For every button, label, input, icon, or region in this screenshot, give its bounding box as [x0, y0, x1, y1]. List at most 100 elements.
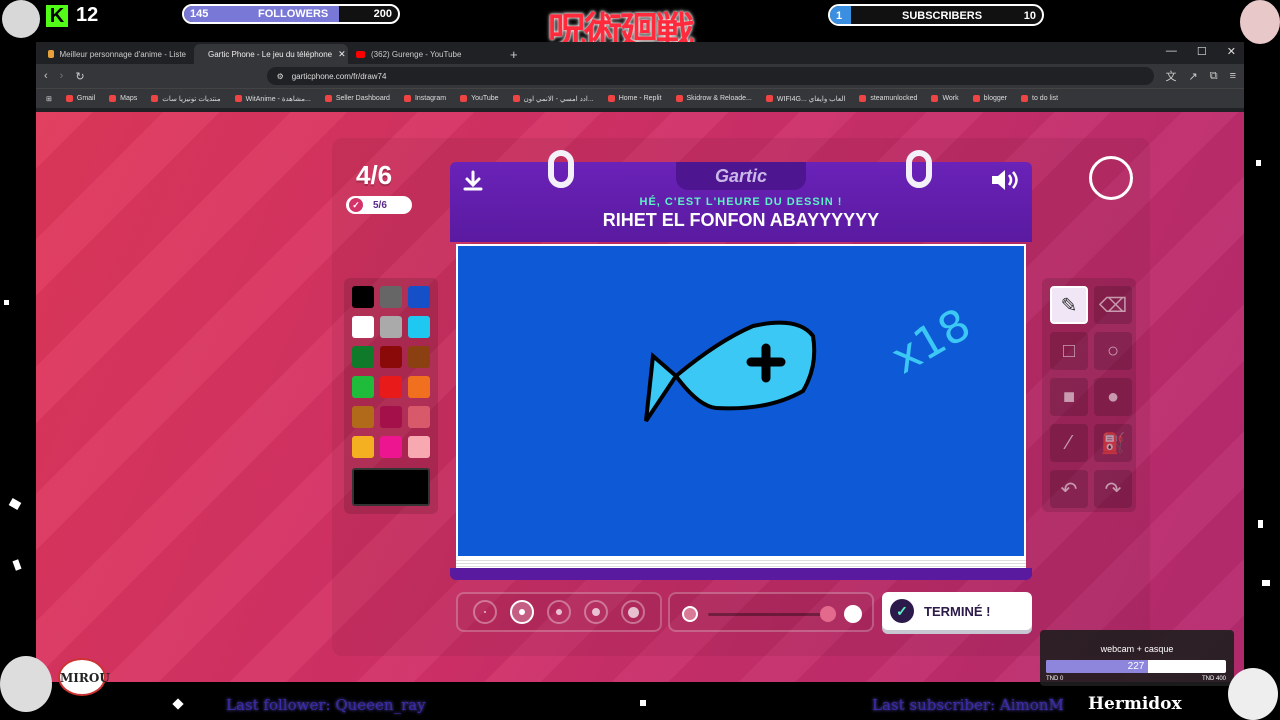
brush-size-4[interactable]: [584, 600, 609, 624]
tool-button[interactable]: ⌫: [1094, 286, 1132, 324]
last-subscriber: Last subscriber: AimonM: [872, 696, 1064, 714]
tab-gartic[interactable]: Gartic Phone - Le jeu du téléphone ✕: [194, 44, 348, 64]
donation-goal: webcam + casque 227 TND 0 TND 400: [1040, 630, 1234, 686]
color-swatch[interactable]: [408, 376, 430, 398]
bookmark-item[interactable]: WitAnime - مشاهدة...: [234, 95, 311, 103]
tool-button[interactable]: ↶: [1050, 470, 1088, 508]
color-swatch[interactable]: [380, 376, 402, 398]
color-swatch[interactable]: [408, 346, 430, 368]
bookmark-label: to do list: [1032, 95, 1059, 102]
done-button[interactable]: ✓ TERMINÉ !: [882, 592, 1032, 630]
close-tab-icon[interactable]: ✕: [338, 49, 346, 60]
bookmark-item[interactable]: Instagram: [403, 95, 446, 102]
bookmark-item[interactable]: Gmail: [65, 95, 95, 102]
bookmark-icon: [972, 95, 980, 102]
drawing-canvas[interactable]: x18: [456, 244, 1026, 558]
brush-size-3[interactable]: [546, 600, 571, 624]
color-swatch[interactable]: [380, 286, 402, 308]
translate-icon[interactable]: 文: [1166, 68, 1177, 84]
tab-title: (362) Gurenge - YouTube: [371, 49, 462, 59]
color-swatch[interactable]: [408, 436, 430, 458]
bookmark-item[interactable]: Home - Replit: [607, 95, 662, 102]
goal-min: TND 0: [1046, 676, 1064, 682]
subscribers-label: SUBSCRIBERS: [902, 10, 983, 22]
bookmark-icon: [859, 95, 867, 102]
apps-icon[interactable]: ⊞: [46, 95, 52, 103]
drawing-strokes: [644, 320, 817, 423]
binder-ring-right: [906, 150, 932, 188]
back-icon[interactable]: ‹: [44, 70, 48, 82]
binder-ring-left: [548, 150, 574, 188]
volume-icon[interactable]: [990, 168, 1020, 197]
close-window-icon[interactable]: ✕: [1227, 45, 1236, 58]
tab-youtube[interactable]: (362) Gurenge - YouTube: [348, 44, 502, 64]
bookmark-label: YouTube: [471, 95, 499, 102]
bookmark-item[interactable]: WIFI4G... العاب وايفاي: [765, 95, 845, 103]
tool-button[interactable]: ■: [1050, 378, 1088, 416]
reload-icon[interactable]: ↻: [75, 70, 84, 83]
color-swatch[interactable]: [352, 436, 374, 458]
extensions-icon[interactable]: ⧉: [1210, 70, 1218, 83]
site-info-icon[interactable]: ⚙: [277, 72, 284, 81]
avatar-bottom-left: [0, 656, 52, 712]
kick-logo-icon: K: [46, 4, 68, 27]
new-tab-button[interactable]: +: [502, 44, 532, 64]
color-swatch[interactable]: [352, 346, 374, 368]
color-swatch[interactable]: [380, 346, 402, 368]
tool-button[interactable]: ↷: [1094, 470, 1132, 508]
kick-count: 12: [76, 4, 99, 26]
followers-goal: 200: [373, 8, 392, 20]
color-swatch[interactable]: [408, 406, 430, 428]
maximize-icon[interactable]: ☐: [1197, 45, 1207, 58]
color-swatch[interactable]: [380, 436, 402, 458]
tool-button[interactable]: ✎: [1050, 286, 1088, 324]
bookmark-label: blogger: [983, 95, 1008, 102]
download-icon[interactable]: [462, 170, 484, 197]
tool-button[interactable]: ●: [1094, 378, 1132, 416]
tool-button[interactable]: □: [1050, 332, 1088, 370]
tool-button[interactable]: ○: [1094, 332, 1132, 370]
menu-icon[interactable]: ≡: [1230, 70, 1236, 82]
tab-anime-list[interactable]: Meilleur personnage d'anime - Liste: [40, 44, 194, 64]
address-bar[interactable]: ⚙ garticphone.com/fr/draw74: [266, 67, 1154, 85]
color-swatch[interactable]: [408, 316, 430, 338]
color-swatch[interactable]: [408, 286, 430, 308]
bookmark-item[interactable]: steamunlocked: [859, 95, 917, 102]
color-swatch[interactable]: [352, 376, 374, 398]
opacity-track[interactable]: [708, 613, 832, 616]
bookmark-icon: [151, 95, 159, 102]
color-swatch[interactable]: [352, 406, 374, 428]
bookmark-item[interactable]: YouTube: [460, 95, 499, 102]
brush-sizes: [456, 592, 662, 632]
bookmark-item[interactable]: Seller Dashboard: [324, 95, 390, 102]
color-swatch[interactable]: [352, 316, 374, 338]
current-color[interactable]: [352, 468, 430, 506]
bookmark-item[interactable]: منتديات تونيزيا سات: [151, 95, 221, 103]
bookmark-item[interactable]: blogger: [972, 95, 1008, 102]
circle-filled-icon: ●: [1106, 385, 1120, 408]
minimize-icon[interactable]: —: [1166, 45, 1177, 58]
color-swatch[interactable]: [352, 286, 374, 308]
tab-icon: [48, 50, 54, 58]
tool-button[interactable]: ⛽: [1094, 424, 1132, 462]
brush-size-1[interactable]: [472, 600, 497, 624]
bookmark-item[interactable]: Work: [931, 95, 959, 102]
brush-size-2[interactable]: [509, 600, 534, 624]
share-icon[interactable]: ↗: [1189, 70, 1198, 83]
bookmark-item[interactable]: ادد امسي - الانمي اون...: [512, 95, 594, 103]
bookmark-icon: [109, 95, 117, 102]
drawing-board: Gartic HÉ, C'EST L'HEURE DU DESSIN ! RIH…: [450, 150, 1032, 580]
brush-size-5[interactable]: [621, 600, 646, 624]
followers-label: FOLLOWERS: [258, 8, 329, 20]
color-palette: [344, 278, 438, 514]
bookmark-item[interactable]: Skidrow & Reloade...: [675, 95, 752, 102]
tool-button[interactable]: ⁄: [1050, 424, 1088, 462]
bookmark-item[interactable]: to do list: [1021, 95, 1058, 102]
undo-icon: ↶: [1060, 478, 1078, 501]
opacity-slider[interactable]: [668, 592, 874, 632]
forward-icon[interactable]: ›: [60, 70, 64, 82]
opacity-handle[interactable]: [820, 606, 836, 622]
bookmark-item[interactable]: Maps: [109, 95, 137, 102]
color-swatch[interactable]: [380, 316, 402, 338]
color-swatch[interactable]: [380, 406, 402, 428]
